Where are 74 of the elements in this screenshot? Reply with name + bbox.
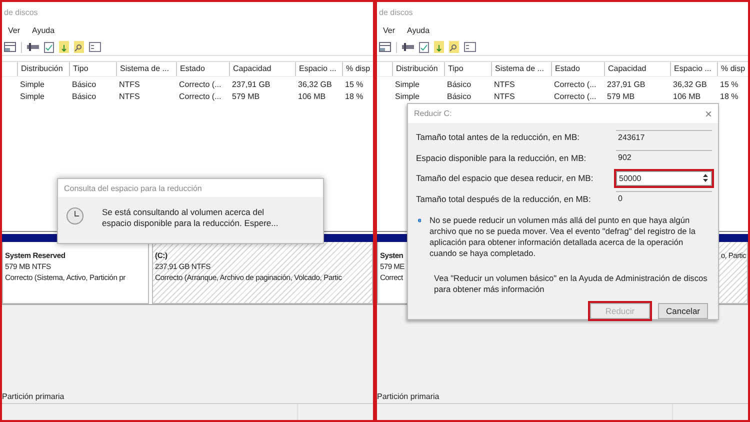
table-cell-text: NTFS bbox=[118, 92, 141, 100]
table-cell-text: 15 % bbox=[344, 80, 364, 88]
view-icon[interactable] bbox=[4, 42, 16, 52]
field-label: Tamaño del espacio que desea reducir, en MB: bbox=[416, 173, 594, 184]
field-label: Tamaño total después de la reducción, en MB: bbox=[416, 194, 591, 204]
table-cell-text: Básico bbox=[71, 92, 98, 100]
window-title: de discos bbox=[379, 8, 413, 16]
table-cell-text: 18 % bbox=[719, 92, 740, 100]
menu-item[interactable]: Ver bbox=[383, 26, 396, 35]
column-header[interactable]: Sistema de ... bbox=[116, 62, 176, 76]
field-label: Tamaño total antes de la reducción, en MB: bbox=[416, 132, 580, 142]
table-cell-text: Básico bbox=[71, 80, 98, 88]
table-cell-text: 106 MB bbox=[297, 92, 327, 100]
view-icon[interactable] bbox=[379, 42, 391, 52]
checklist-icon[interactable] bbox=[419, 42, 429, 52]
table-cell-text: 18 % bbox=[344, 92, 364, 100]
column-header[interactable]: Sistema de ... bbox=[491, 62, 551, 76]
window-title: de discos bbox=[4, 8, 38, 16]
table-cell-text: 237,91 GB bbox=[231, 80, 272, 88]
value-field: 0 bbox=[616, 191, 712, 206]
legend-label: Partición primaria bbox=[377, 392, 440, 400]
table-cell-text: NTFS bbox=[493, 92, 516, 100]
menu-item[interactable]: Ver bbox=[8, 26, 20, 35]
column-header[interactable]: Distribución bbox=[392, 62, 444, 76]
properties-icon[interactable] bbox=[464, 42, 476, 52]
column-header[interactable]: Estado bbox=[551, 62, 604, 76]
column-header[interactable]: Espacio ... bbox=[295, 62, 342, 76]
table-cell-text: Básico bbox=[446, 80, 472, 88]
table-cell-text: NTFS bbox=[493, 80, 516, 88]
column-header[interactable]: Tipo bbox=[444, 62, 491, 76]
value-field: 902 bbox=[616, 150, 712, 166]
column-header[interactable]: % disp bbox=[342, 62, 373, 76]
folder-search-icon[interactable] bbox=[74, 41, 84, 53]
table-cell-text: Simple bbox=[394, 92, 420, 100]
table-cell-text: 36,32 GB bbox=[672, 80, 708, 88]
table-cell-text: Correcto (... bbox=[178, 80, 222, 88]
size-spinner[interactable]: 50000 bbox=[616, 170, 712, 186]
field-label: Espacio disponible para la reducción, en MB: bbox=[416, 152, 586, 163]
menu-item[interactable]: Ayuda bbox=[407, 26, 430, 35]
table-cell-text: Simple bbox=[19, 92, 46, 100]
table-cell-text: Correcto (... bbox=[178, 92, 222, 100]
column-header[interactable]: Espacio ... bbox=[670, 62, 717, 76]
table-cell-text: Básico bbox=[446, 92, 472, 100]
dialog-message: Se está consultando al volumen acerca del espacio disponible para la reducción. Espere... bbox=[102, 207, 280, 229]
clock-icon bbox=[66, 207, 84, 225]
legend-label: Partición primaria bbox=[2, 392, 64, 400]
table-cell-text: NTFS bbox=[118, 80, 141, 88]
table-cell-text: 579 MB bbox=[231, 92, 261, 100]
table-cell-text: 579 MB bbox=[606, 92, 636, 100]
dialog-title: Consulta del espacio para la reducción bbox=[64, 184, 202, 192]
column-header[interactable]: Capacidad bbox=[229, 62, 295, 76]
table-cell-text: Correcto (... bbox=[553, 92, 598, 100]
column-header[interactable]: Distribución bbox=[17, 62, 69, 76]
value-field: 243617 bbox=[616, 130, 712, 145]
table-cell-text: 106 MB bbox=[672, 92, 702, 100]
folder-search-icon[interactable] bbox=[449, 41, 459, 53]
table-cell-text: 15 % bbox=[719, 80, 740, 88]
table-cell-text: Correcto (... bbox=[553, 80, 598, 88]
column-header[interactable]: Capacidad bbox=[604, 62, 670, 76]
table-cell-text: Simple bbox=[19, 80, 46, 88]
table-cell-text: Simple bbox=[394, 80, 420, 88]
dialog-title: Reducir C: bbox=[414, 109, 452, 118]
dialog-button[interactable]: Cancelar bbox=[658, 303, 708, 319]
help-text: Vea "Reducir un volumen básico" en la Ayuda de Administración de discos para obtener más información bbox=[433, 272, 708, 295]
checklist-icon[interactable] bbox=[44, 42, 54, 52]
column-header[interactable]: Tipo bbox=[69, 62, 116, 76]
menu-item[interactable]: Ayuda bbox=[32, 26, 55, 35]
column-header[interactable]: % disp bbox=[717, 62, 748, 76]
column-header[interactable]: Estado bbox=[176, 62, 229, 76]
close-button[interactable]: × bbox=[704, 106, 712, 120]
table-cell-text: 36,32 GB bbox=[297, 80, 333, 88]
table-cell-text: 237,91 GB bbox=[606, 80, 646, 88]
info-text: No se puede reducir un volumen más allá del punto en que haya algún archivo que no se pueda mover. Vea el evento "defrag" del registro de la aplicación para obtener información detallada acerca de la operación cuando se haya completado. bbox=[429, 215, 696, 259]
properties-icon[interactable] bbox=[89, 42, 101, 52]
